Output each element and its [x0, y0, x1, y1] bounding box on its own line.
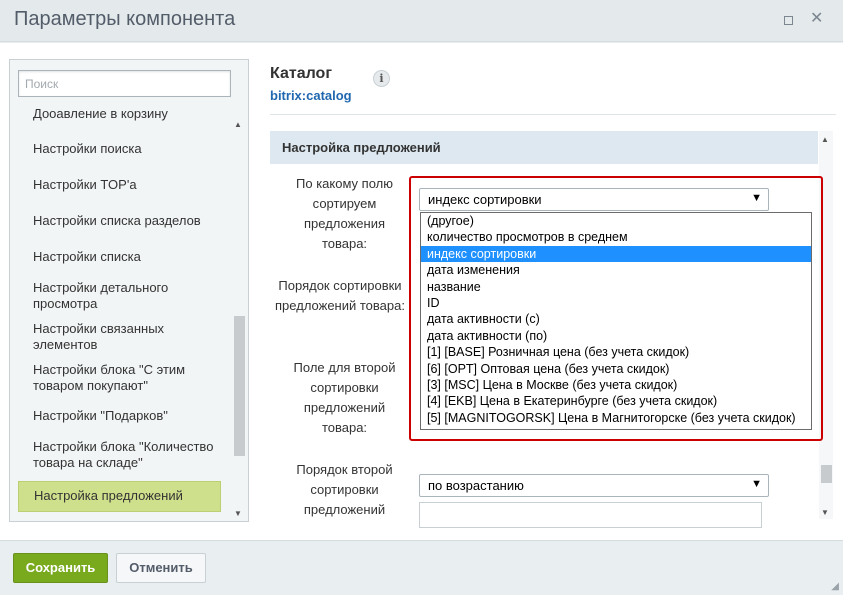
window-titlebar: Параметры компонента ✕: [0, 0, 843, 42]
dropdown-option[interactable]: название: [421, 279, 811, 295]
scrollbar-thumb[interactable]: [234, 316, 245, 456]
maximize-icon[interactable]: [784, 16, 793, 25]
second-sort-order-select[interactable]: по возрастанию ▼: [419, 474, 769, 497]
dropdown-option[interactable]: дата активности (с): [421, 311, 811, 327]
component-code: bitrix:catalog: [270, 88, 352, 103]
dropdown-option[interactable]: [6] [OPT] Оптовая цена (без учета скидок…: [421, 361, 811, 377]
second-sort-order-label: Порядок второй сортировки предложений: [296, 462, 393, 517]
dropdown-option[interactable]: дата активности (по): [421, 328, 811, 344]
save-button[interactable]: Сохранить: [13, 553, 108, 583]
sidebar-item-also-buy[interactable]: Настройки блока "С этим товаром покупают…: [18, 362, 221, 394]
component-title: Каталог: [270, 65, 332, 82]
section-title: Настройка предложений: [270, 131, 818, 164]
sort-field-label: По какому полю сортируем предложения тов…: [296, 176, 393, 251]
sidebar-scrollbar[interactable]: ▲ ▼: [232, 116, 246, 520]
dropdown-option[interactable]: индекс сортировки: [421, 245, 811, 263]
search-input[interactable]: [18, 70, 231, 97]
scroll-down-icon[interactable]: ▼: [821, 508, 829, 517]
cancel-button[interactable]: Отменить: [116, 553, 206, 583]
sidebar-item-top[interactable]: Настройки TOP'а: [18, 177, 221, 193]
scrollbar-thumb[interactable]: [821, 465, 832, 483]
second-sort-order-value: по возрастанию: [428, 478, 524, 493]
sidebar-item-add-to-cart[interactable]: Дооавление в корзину: [18, 106, 221, 122]
scroll-up-icon[interactable]: ▲: [234, 120, 242, 129]
dropdown-option[interactable]: [4] [EKB] Цена в Екатеринбурге (без учет…: [421, 393, 811, 409]
sidebar-item-linked[interactable]: Настройки связанных элементов: [18, 321, 221, 353]
text-field[interactable]: [419, 502, 762, 528]
sidebar: Дооавление в корзину Настройки поиска На…: [9, 59, 249, 522]
dropdown-option[interactable]: количество просмотров в среднем: [421, 229, 811, 245]
scroll-down-icon[interactable]: ▼: [234, 509, 242, 518]
sort-order-label: Порядок сортировки предложений товара:: [275, 278, 405, 313]
dropdown-option[interactable]: [1] [BASE] Розничная цена (без учета ски…: [421, 344, 811, 360]
dropdown-option[interactable]: ID: [421, 295, 811, 311]
sidebar-item-sections-list[interactable]: Настройки списка разделов: [18, 213, 221, 229]
sidebar-item-store-amount[interactable]: Настройки блока "Количество товара на ск…: [18, 439, 221, 471]
info-icon[interactable]: i: [373, 70, 390, 87]
dropdown-option[interactable]: дата изменения: [421, 262, 811, 278]
sidebar-item-offers[interactable]: Настройка предложений: [18, 481, 221, 512]
sidebar-item-detail[interactable]: Настройки детального просмотра: [18, 280, 221, 312]
divider: [270, 114, 836, 115]
dropdown-option[interactable]: [3] [MSC] Цена в Москве (без учета скидо…: [421, 377, 811, 393]
sort-field-dropdown-list[interactable]: (другое) количество просмотров в среднем…: [420, 212, 812, 430]
sidebar-item-list[interactable]: Настройки списка: [18, 249, 221, 265]
second-sort-field-label: Поле для второй сортировки предложений т…: [293, 360, 396, 435]
resize-grip-icon[interactable]: ◢: [831, 581, 839, 592]
sidebar-list: Дооавление в корзину Настройки поиска На…: [18, 106, 231, 520]
dropdown-option[interactable]: (другое): [421, 213, 811, 229]
dropdown-option[interactable]: [5] [MAGNITOGORSK] Цена в Магнитогорске …: [421, 410, 811, 426]
sidebar-item-gifts[interactable]: Настройки "Подарков": [18, 408, 221, 424]
chevron-down-icon: ▼: [751, 478, 762, 490]
scroll-up-icon[interactable]: ▲: [821, 135, 829, 144]
close-icon[interactable]: ✕: [810, 11, 824, 27]
window-title: Параметры компонента: [14, 8, 236, 30]
sidebar-item-search[interactable]: Настройки поиска: [18, 141, 221, 157]
dialog-footer: Сохранить Отменить ◢: [0, 540, 843, 595]
